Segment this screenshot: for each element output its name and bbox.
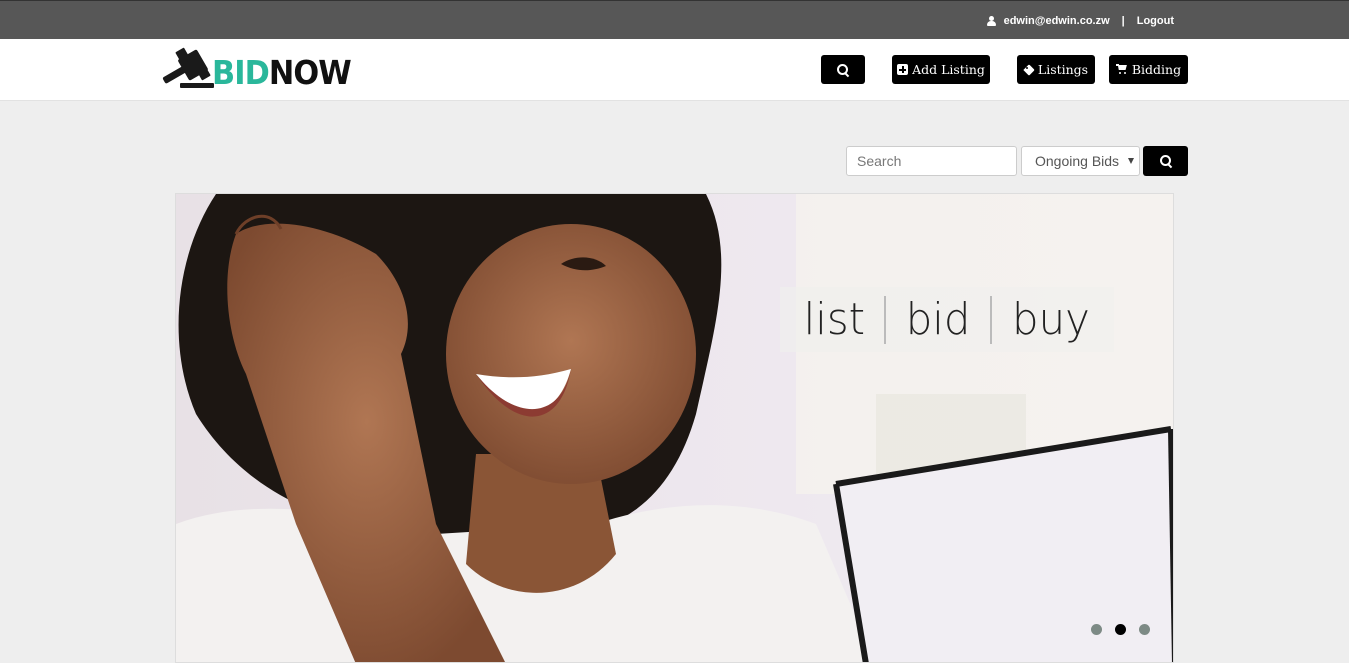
nav-search-button[interactable] <box>821 55 865 84</box>
tagline-word-buy: buy <box>1012 294 1091 345</box>
bidnow-logo[interactable]: BIDNOW <box>162 47 352 95</box>
search-submit-button[interactable] <box>1143 146 1188 176</box>
separator: | <box>1121 14 1125 27</box>
user-email[interactable]: edwin@edwin.co.zw <box>1004 15 1110 27</box>
user-icon <box>986 15 996 26</box>
carousel-dot-1[interactable] <box>1091 624 1102 635</box>
tagline-overlay: list bid buy <box>780 287 1114 352</box>
carousel-indicators <box>1091 624 1150 635</box>
tag-icon <box>1024 65 1034 75</box>
carousel-dot-2[interactable] <box>1115 624 1126 635</box>
bidding-label: Bidding <box>1131 62 1182 77</box>
carousel-dot-3[interactable] <box>1139 624 1150 635</box>
hero-carousel[interactable]: list bid buy <box>175 193 1174 663</box>
bid-filter-select[interactable]: Ongoing Bids <box>1021 146 1140 176</box>
top-user-bar: edwin@edwin.co.zw | Logout <box>0 0 1349 39</box>
search-input[interactable] <box>846 146 1017 176</box>
logout-link[interactable]: Logout <box>1137 15 1174 27</box>
hero-slide-image <box>176 194 1173 662</box>
bid-filter-value: Ongoing Bids <box>1035 153 1120 169</box>
bidding-button[interactable]: Bidding <box>1109 55 1188 84</box>
navbar: BIDNOW Add Listing Listings Bidding <box>0 39 1349 101</box>
tagline-divider <box>990 295 993 344</box>
search-icon <box>1159 155 1172 167</box>
add-listing-label: Add Listing <box>912 62 985 77</box>
caret-down-icon <box>1128 158 1134 164</box>
add-listing-button[interactable]: Add Listing <box>892 55 990 84</box>
tagline-word-bid: bid <box>906 294 971 345</box>
listings-label: Listings <box>1037 62 1089 77</box>
tagline-divider <box>884 295 887 344</box>
search-icon <box>837 63 849 76</box>
listings-button[interactable]: Listings <box>1017 55 1095 84</box>
user-menu: edwin@edwin.co.zw | Logout <box>986 1 1174 40</box>
plus-square-icon <box>897 64 909 75</box>
tagline-word-list: list <box>803 294 865 345</box>
logo-text: BIDNOW <box>212 53 352 92</box>
cart-icon <box>1115 64 1128 75</box>
